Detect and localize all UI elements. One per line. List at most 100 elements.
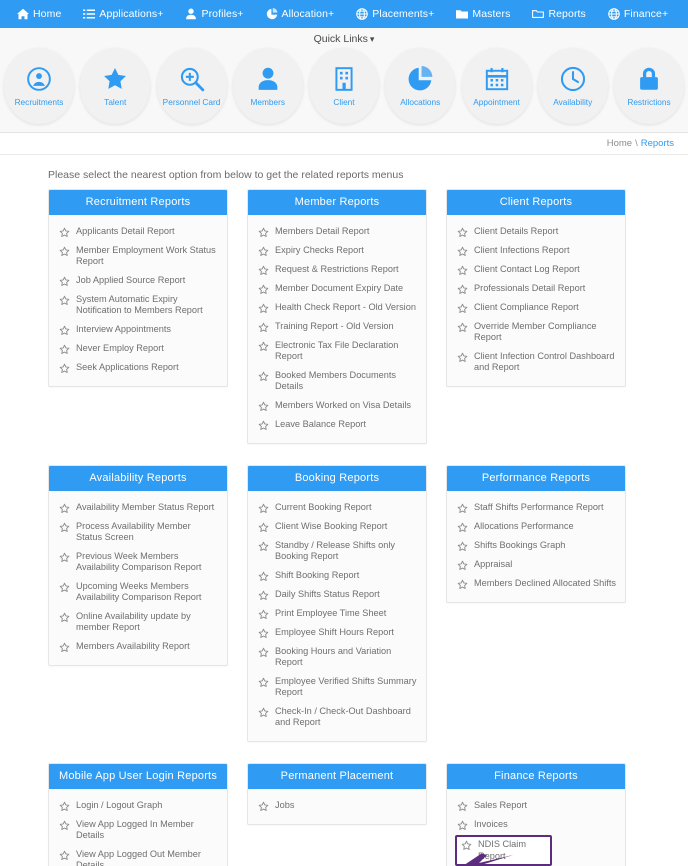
report-link[interactable]: Client Contact Log Report <box>455 260 617 279</box>
quick-link-appointment[interactable]: Appointment <box>461 48 532 124</box>
nav-item-placements[interactable]: Placements+ <box>345 8 445 20</box>
report-link[interactable]: Health Check Report - Old Version <box>256 298 418 317</box>
report-link[interactable]: System Automatic Expiry Notification to … <box>57 290 219 320</box>
nav-item-allocation[interactable]: Allocation+ <box>255 8 346 20</box>
report-link-label: Request & Restrictions Report <box>275 263 399 274</box>
report-link[interactable]: Override Member Compliance Report <box>455 317 617 347</box>
report-card-performance: Performance Reports Staff Shifts Perform… <box>446 465 626 603</box>
star-outline-icon <box>258 707 269 718</box>
nav-item-applications[interactable]: Applications+ <box>72 8 174 20</box>
report-link[interactable]: Jobs <box>256 796 418 815</box>
report-link-label: Members Availability Report <box>76 640 190 651</box>
report-link[interactable]: Print Employee Time Sheet <box>256 604 418 623</box>
report-link[interactable]: Process Availability Member Status Scree… <box>57 517 219 547</box>
report-link-label: Member Document Expiry Date <box>275 282 404 293</box>
report-link[interactable]: Electronic Tax File Declaration Report <box>256 336 418 366</box>
report-link[interactable]: View App Logged Out Member Details <box>57 845 219 866</box>
report-link[interactable]: Booking Hours and Variation Report <box>256 642 418 672</box>
quick-links-toggle[interactable]: Quick Links ▾ <box>0 33 688 45</box>
report-link[interactable]: Login / Logout Graph <box>57 796 219 815</box>
report-link-label: Online Availability update by member Rep… <box>76 610 191 633</box>
report-link-label: Electronic Tax File Declaration Report <box>275 339 399 362</box>
report-link[interactable]: Appraisal <box>455 555 617 574</box>
nav-item-finance[interactable]: Finance+ <box>597 8 679 20</box>
report-link[interactable]: Employee Verified Shifts Summary Report <box>256 672 418 702</box>
report-link[interactable]: Member Document Expiry Date <box>256 279 418 298</box>
card-body: Jobs <box>248 789 426 824</box>
report-link[interactable]: Shift Booking Report <box>256 566 418 585</box>
nav-item-label: Profiles+ <box>201 8 244 20</box>
report-link[interactable]: Leave Balance Report <box>256 415 418 434</box>
star-outline-icon <box>258 522 269 533</box>
report-link[interactable]: Previous Week Members Availability Compa… <box>57 547 219 577</box>
report-link-ndis-claim-highlighted[interactable]: NDIS Claim Report <box>455 835 552 866</box>
report-link-label: Members Detail Report <box>275 225 370 236</box>
nav-item-logins[interactable]: Logins+ <box>679 8 688 20</box>
report-link[interactable]: Members Detail Report <box>256 222 418 241</box>
report-link[interactable]: Professionals Detail Report <box>455 279 617 298</box>
report-link-label: Client Contact Log Report <box>474 263 580 274</box>
quick-link-restrictions[interactable]: Restrictions <box>614 48 684 124</box>
report-link[interactable]: Check-In / Check-Out Dashboard and Repor… <box>256 702 418 732</box>
report-link[interactable]: Request & Restrictions Report <box>256 260 418 279</box>
star-outline-icon <box>258 503 269 514</box>
report-link[interactable]: Upcoming Weeks Members Availability Comp… <box>57 577 219 607</box>
report-link-label: Client Details Report <box>474 225 559 236</box>
report-link[interactable]: Invoices <box>455 815 617 834</box>
report-link[interactable]: Sales Report <box>455 796 617 815</box>
report-link[interactable]: Allocations Performance <box>455 517 617 536</box>
report-link[interactable]: Interview Appointments <box>57 320 219 339</box>
report-link[interactable]: Client Infections Report <box>455 241 617 260</box>
report-link[interactable]: Job Applied Source Report <box>57 271 219 290</box>
report-link[interactable]: Employee Shift Hours Report <box>256 623 418 642</box>
star-outline-icon <box>457 560 468 571</box>
report-link[interactable]: Availability Member Status Report <box>57 498 219 517</box>
quick-link-members[interactable]: Members <box>232 48 303 124</box>
report-link[interactable]: View App Logged In Member Details <box>57 815 219 845</box>
nav-item-profiles[interactable]: Profiles+ <box>174 8 254 20</box>
quick-link-recruitments[interactable]: Recruitments <box>4 48 74 124</box>
quick-link-allocations[interactable]: Allocations <box>385 48 456 124</box>
star-outline-icon <box>457 820 468 831</box>
card-body: Staff Shifts Performance Report Allocati… <box>447 491 625 602</box>
report-link[interactable]: Never Employ Report <box>57 339 219 358</box>
report-link[interactable]: Shifts Bookings Graph <box>455 536 617 555</box>
report-link[interactable]: Applicants Detail Report <box>57 222 219 241</box>
nav-item-reports[interactable]: Reports <box>521 8 596 20</box>
nav-item-home[interactable]: Home <box>6 8 72 20</box>
report-link[interactable]: Seek Applications Report <box>57 358 219 377</box>
report-link[interactable]: Members Declined Allocated Shifts <box>455 574 617 593</box>
report-link[interactable]: Client Wise Booking Report <box>256 517 418 536</box>
report-link[interactable]: Members Worked on Visa Details <box>256 396 418 415</box>
reports-row-1: Recruitment Reports Applicants Detail Re… <box>48 189 640 444</box>
nav-item-masters[interactable]: Masters <box>445 8 521 20</box>
report-link[interactable]: Client Details Report <box>455 222 617 241</box>
star-outline-icon <box>258 677 269 688</box>
report-link-label: NDIS Claim Report <box>478 839 526 861</box>
report-link[interactable]: Staff Shifts Performance Report <box>455 498 617 517</box>
breadcrumb-home[interactable]: Home <box>607 138 632 149</box>
reports-row-2: Availability Reports Availability Member… <box>48 465 640 742</box>
report-link[interactable]: Client Infection Control Dashboard and R… <box>455 347 617 377</box>
report-link[interactable]: Member Employment Work Status Report <box>57 241 219 271</box>
quick-link-talent[interactable]: Talent <box>80 48 151 124</box>
quick-link-personnel-card[interactable]: Personnel Card <box>156 48 227 124</box>
breadcrumb-current[interactable]: Reports <box>641 138 674 149</box>
report-link[interactable]: Training Report - Old Version <box>256 317 418 336</box>
report-link[interactable]: Members Availability Report <box>57 637 219 656</box>
report-link-label: Shift Booking Report <box>275 569 360 580</box>
quick-link-label: Talent <box>104 97 127 108</box>
report-link-label: Members Declined Allocated Shifts <box>474 577 616 588</box>
star-outline-icon <box>59 642 70 653</box>
report-link[interactable]: Expiry Checks Report <box>256 241 418 260</box>
report-link-label: System Automatic Expiry Notification to … <box>76 293 203 316</box>
report-link[interactable]: Booked Members Documents Details <box>256 366 418 396</box>
report-link[interactable]: Online Availability update by member Rep… <box>57 607 219 637</box>
quick-link-client[interactable]: Client <box>309 48 379 124</box>
quick-link-label: Restrictions <box>627 97 671 108</box>
report-link[interactable]: Current Booking Report <box>256 498 418 517</box>
report-link[interactable]: Standby / Release Shifts only Booking Re… <box>256 536 418 566</box>
report-link[interactable]: Client Compliance Report <box>455 298 617 317</box>
report-link[interactable]: Daily Shifts Status Report <box>256 585 418 604</box>
quick-link-availability[interactable]: Availability <box>537 48 608 124</box>
